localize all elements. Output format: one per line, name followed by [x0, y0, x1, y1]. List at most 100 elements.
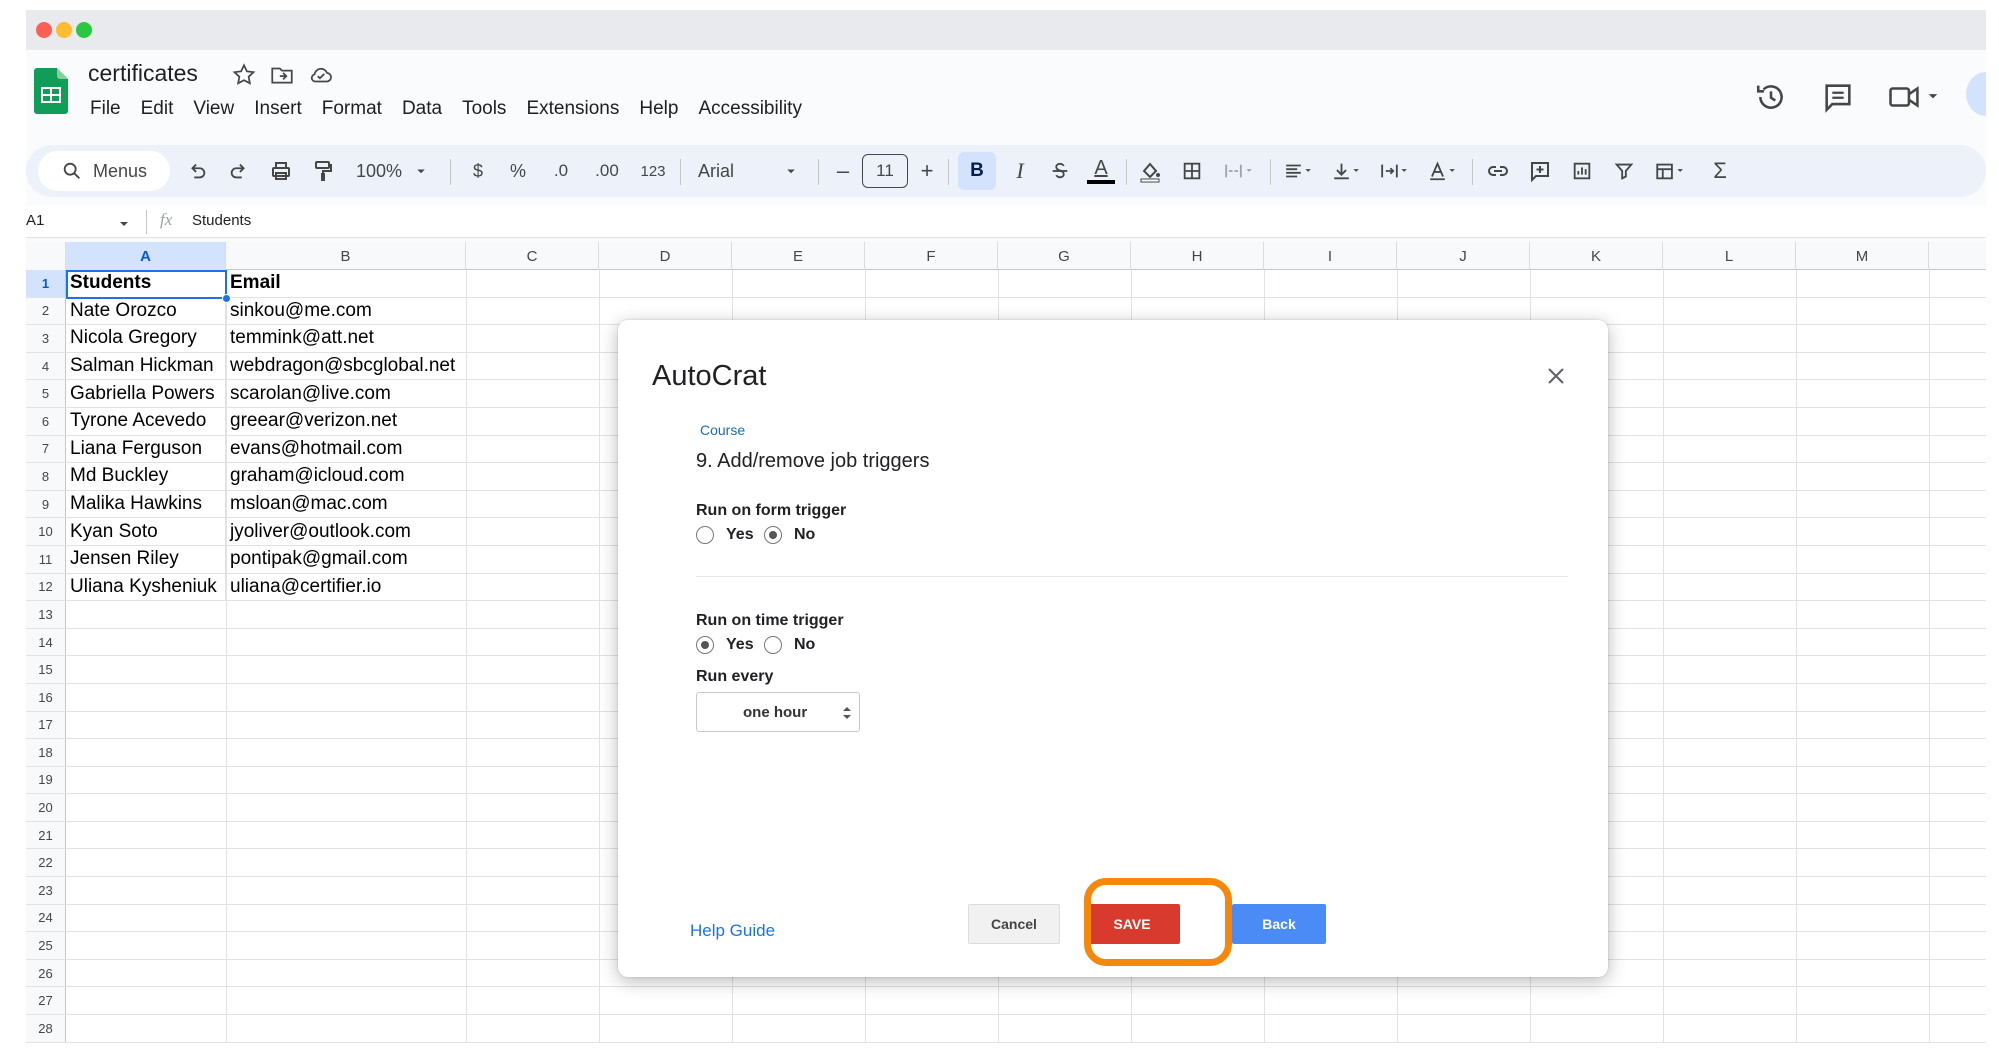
column-header-f[interactable]: F: [865, 242, 998, 270]
increase-decimal-button[interactable]: .00: [586, 145, 628, 197]
minimize-window-icon[interactable]: [56, 22, 72, 38]
cell-email[interactable]: greear@verizon.net: [226, 408, 466, 435]
cell-student-name[interactable]: Gabriella Powers: [66, 380, 226, 407]
column-header-m[interactable]: M: [1796, 242, 1929, 270]
chevron-down-icon[interactable]: [118, 218, 130, 230]
menu-view[interactable]: View: [183, 94, 244, 120]
text-color-button[interactable]: A: [1082, 145, 1120, 197]
percent-format-button[interactable]: %: [502, 145, 534, 197]
column-header-k[interactable]: K: [1530, 242, 1663, 270]
row-header[interactable]: 10: [26, 518, 66, 545]
cell-student-name[interactable]: Malika Hawkins: [66, 490, 226, 518]
row-header[interactable]: 17: [26, 711, 66, 739]
column-header-j[interactable]: J: [1397, 242, 1530, 270]
menu-accessibility[interactable]: Accessibility: [688, 94, 811, 120]
cancel-button[interactable]: Cancel: [968, 904, 1060, 944]
meet-camera-icon[interactable]: [1886, 80, 1946, 114]
cell-student-name[interactable]: Uliana Kysheniuk: [66, 573, 226, 601]
run-every-select[interactable]: one hour: [696, 692, 860, 732]
increase-font-size-button[interactable]: +: [912, 145, 942, 197]
document-title[interactable]: certificates: [88, 60, 198, 87]
back-button[interactable]: Back: [1232, 904, 1326, 944]
print-icon[interactable]: [264, 145, 298, 197]
move-folder-icon[interactable]: [269, 62, 295, 88]
cell-student-name[interactable]: Nicola Gregory: [66, 325, 226, 352]
cell-email[interactable]: msloan@mac.com: [226, 491, 466, 518]
cell-email[interactable]: uliana@certifier.io: [226, 574, 466, 601]
time-trigger-no-radio[interactable]: [764, 636, 782, 654]
row-header[interactable]: 16: [26, 683, 66, 711]
form-trigger-yes-radio[interactable]: [696, 526, 714, 544]
row-header[interactable]: 8: [26, 463, 66, 490]
row-header[interactable]: 20: [26, 794, 66, 821]
cloud-saved-icon[interactable]: [308, 62, 334, 88]
column-header-g[interactable]: G: [998, 242, 1131, 270]
menu-help[interactable]: Help: [629, 94, 688, 120]
form-trigger-no-radio[interactable]: [764, 526, 782, 544]
comments-icon[interactable]: [1821, 80, 1855, 114]
italic-button[interactable]: I: [1002, 145, 1038, 197]
cell-student-name[interactable]: Jensen Riley: [66, 545, 226, 573]
bold-button[interactable]: B: [958, 152, 996, 190]
row-header[interactable]: 3: [26, 325, 66, 352]
decrease-decimal-button[interactable]: .0: [542, 145, 580, 197]
row-header[interactable]: 6: [26, 407, 66, 435]
column-header-c[interactable]: C: [466, 242, 599, 270]
row-header[interactable]: 27: [26, 987, 66, 1015]
row-header[interactable]: 11: [26, 545, 66, 573]
strikethrough-icon[interactable]: [1042, 145, 1078, 197]
sheets-logo-icon[interactable]: [34, 68, 68, 114]
redo-icon[interactable]: [222, 145, 256, 197]
cell-email[interactable]: Email: [226, 270, 466, 297]
fill-handle[interactable]: [222, 294, 231, 303]
row-header[interactable]: 7: [26, 435, 66, 463]
cell-student-name[interactable]: Tyrone Acevedo: [66, 407, 226, 435]
more-formats-button[interactable]: 123: [632, 145, 674, 197]
insert-comment-icon[interactable]: [1522, 145, 1558, 197]
selected-cell-a1[interactable]: [66, 270, 227, 299]
cell-student-name[interactable]: Nate Orozco: [66, 297, 226, 325]
cell-email[interactable]: webdragon@sbcglobal.net: [226, 353, 466, 380]
formula-input[interactable]: Students: [192, 212, 251, 229]
cell-student-name[interactable]: Salman Hickman: [66, 352, 226, 380]
star-icon[interactable]: [231, 62, 257, 88]
column-header-i[interactable]: I: [1264, 242, 1397, 270]
menu-format[interactable]: Format: [312, 94, 392, 120]
currency-format-button[interactable]: $: [462, 145, 494, 197]
decrease-font-size-button[interactable]: –: [828, 145, 858, 197]
borders-icon[interactable]: [1174, 145, 1210, 197]
text-wrapping-icon[interactable]: [1372, 145, 1418, 197]
row-header[interactable]: 5: [26, 380, 66, 407]
row-header[interactable]: 19: [26, 766, 66, 794]
filter-icon[interactable]: [1606, 145, 1642, 197]
cell-student-name[interactable]: Kyan Soto: [66, 518, 226, 545]
insert-link-icon[interactable]: [1480, 145, 1516, 197]
merge-cells-icon[interactable]: [1214, 145, 1264, 197]
row-header[interactable]: 18: [26, 739, 66, 766]
column-header-e[interactable]: E: [732, 242, 865, 270]
text-rotation-icon[interactable]: [1420, 145, 1466, 197]
functions-button[interactable]: Σ: [1702, 145, 1738, 197]
row-header[interactable]: 21: [26, 821, 66, 849]
cell-email[interactable]: sinkou@me.com: [226, 298, 466, 325]
column-header-l[interactable]: L: [1663, 242, 1796, 270]
font-size-input[interactable]: 11: [862, 154, 908, 188]
name-box[interactable]: A1: [26, 212, 44, 229]
horizontal-align-icon[interactable]: [1276, 145, 1322, 197]
cell-email[interactable]: evans@hotmail.com: [226, 436, 466, 463]
vertical-align-icon[interactable]: [1324, 145, 1370, 197]
menus-search-box[interactable]: Menus: [38, 151, 170, 191]
row-header[interactable]: 4: [26, 352, 66, 380]
close-icon[interactable]: [1542, 362, 1570, 390]
undo-icon[interactable]: [180, 145, 214, 197]
fill-color-icon[interactable]: [1132, 145, 1168, 197]
menu-tools[interactable]: Tools: [452, 94, 516, 120]
paint-format-icon[interactable]: [306, 145, 340, 197]
row-header[interactable]: 2: [26, 297, 66, 325]
version-history-icon[interactable]: [1754, 80, 1788, 114]
row-header[interactable]: 26: [26, 959, 66, 987]
menu-edit[interactable]: Edit: [131, 94, 184, 120]
row-header[interactable]: 25: [26, 932, 66, 959]
row-header[interactable]: 9: [26, 490, 66, 518]
font-select[interactable]: Arial: [690, 145, 808, 197]
